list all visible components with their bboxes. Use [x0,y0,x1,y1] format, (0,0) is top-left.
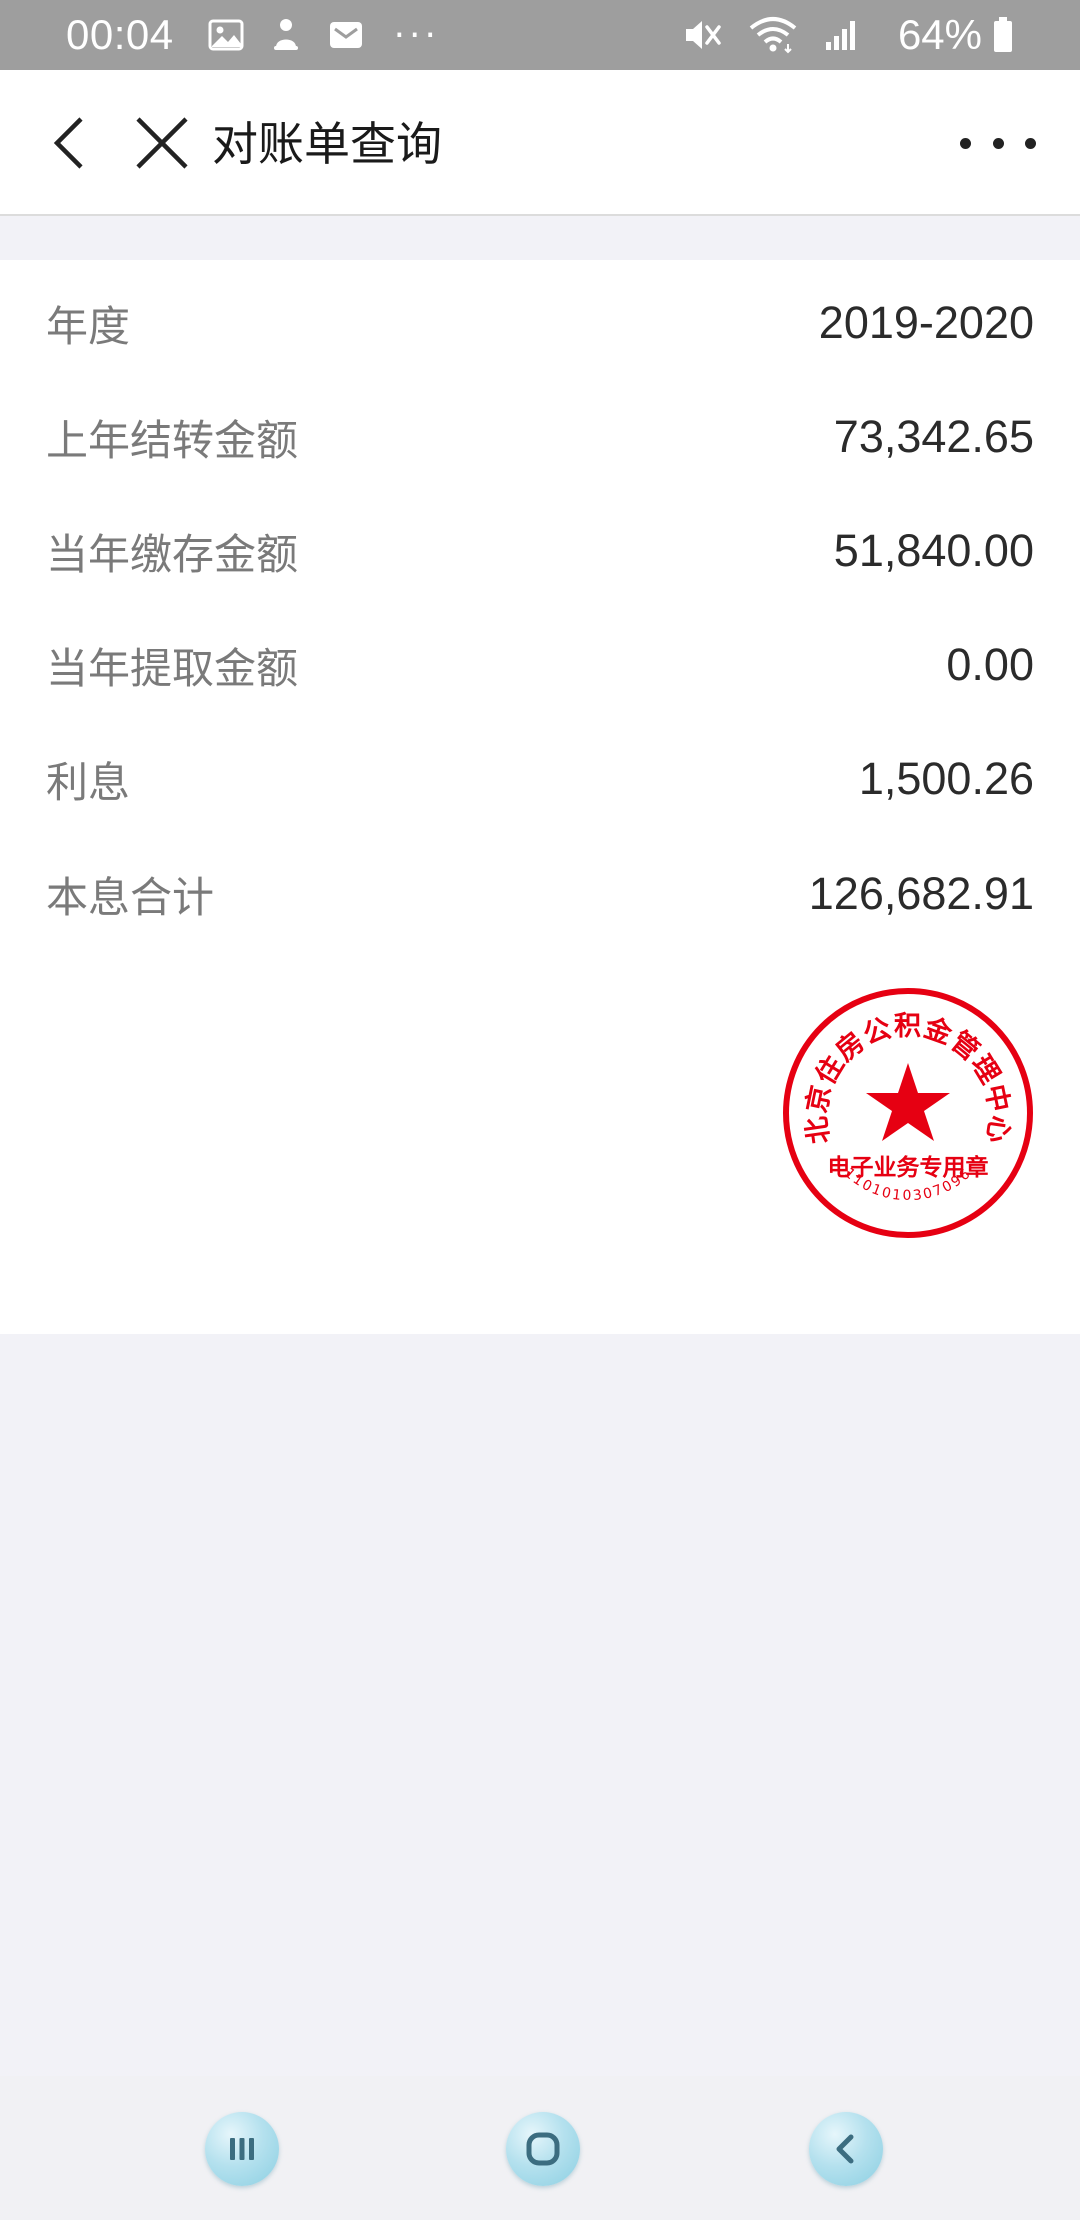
status-time: 00:04 [66,11,174,58]
image-icon [208,19,244,51]
row-label: 本息合计 [46,872,215,922]
row-label: 年度 [46,301,131,351]
row-value: 126,682.91 [808,868,1034,919]
row-label: 上年结转金额 [46,415,299,465]
home-icon[interactable] [506,2112,580,2186]
status-right: 64% [682,11,1014,59]
more-dot [960,137,971,149]
recent-apps-icon[interactable] [205,2112,279,2186]
row-value: 2019-2020 [818,297,1034,348]
mute-icon [682,17,722,53]
battery-percent: 64% [897,11,982,58]
signal-icon [824,18,860,52]
status-bar: 00:04 ··· 64% [0,0,1080,70]
row-deposit-amount: 当年缴存金额 51,840.00 [0,494,1080,608]
row-previous-balance: 上年结转金额 73,342.65 [0,380,1080,494]
wifi-icon [748,16,798,54]
system-nav-bar [0,2076,1080,2220]
app-notification-icon [270,17,302,53]
row-withdrawal-amount: 当年提取金额 0.00 [0,608,1080,722]
more-dot [992,137,1004,149]
official-seal: 北京住房公积金管理中心 电子业务专用章 1101010307096 [783,988,1033,1238]
row-year: 年度 2019-2020 [0,266,1080,380]
mail-icon [328,19,364,51]
more-notifications: ··· [393,14,440,56]
page-title: 对账单查询 [212,117,442,171]
row-value: 1,500.26 [858,753,1034,804]
row-label: 当年缴存金额 [46,529,299,579]
more-icon[interactable] [960,118,1036,168]
status-left: 00:04 ··· [66,11,440,59]
title-bar: 对账单查询 [0,70,1080,216]
back-arrow-icon[interactable] [44,108,94,178]
back-icon[interactable] [809,2112,883,2186]
row-label: 利息 [46,757,131,807]
close-icon[interactable] [130,108,194,178]
row-total: 本息合计 126,682.91 [0,837,1080,951]
row-value: 73,342.65 [833,411,1034,462]
row-value: 0.00 [946,639,1034,690]
row-value: 51,840.00 [833,525,1034,576]
row-label: 当年提取金额 [46,643,299,693]
more-dot [1025,137,1036,149]
battery-icon [992,16,1014,54]
row-interest: 利息 1,500.26 [0,722,1080,836]
